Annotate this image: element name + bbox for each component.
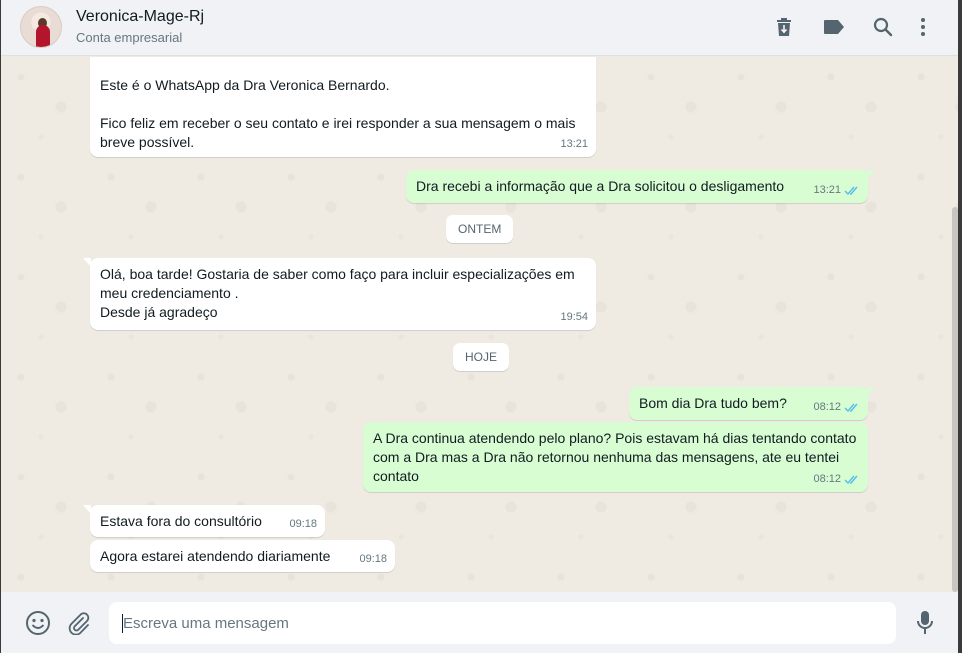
delete-icon[interactable] (771, 14, 797, 40)
message-input[interactable] (109, 602, 896, 644)
menu-icon[interactable] (910, 14, 936, 40)
message-time: 08:12 (813, 401, 841, 413)
message-time: 08:12 (813, 473, 841, 485)
avatar[interactable] (20, 6, 62, 48)
message-outgoing[interactable]: Bom dia Dra tudo bem? 08:12 (629, 387, 875, 420)
read-tick-icon (844, 186, 858, 196)
text-caret (122, 614, 123, 633)
message-list[interactable]: Este é o WhatsApp da Dra Veronica Bernar… (1, 57, 958, 592)
composer-bar (1, 592, 958, 653)
search-icon[interactable] (870, 14, 896, 40)
chat-header: Veronica-Mage-Rj Conta empresarial (1, 0, 958, 56)
message-incoming[interactable]: Estava fora do consultório 09:18 (83, 505, 325, 537)
emoji-icon[interactable] (25, 610, 51, 636)
message-incoming[interactable]: Agora estarei atendendo diariamente 09:1… (90, 540, 395, 572)
whatsapp-window: Veronica-Mage-Rj Conta empresarial Este … (0, 0, 962, 653)
message-time: 13:21 (560, 138, 588, 150)
message-outgoing[interactable]: Dra recebi a informação que a Dra solici… (406, 170, 875, 203)
microphone-icon[interactable] (912, 610, 938, 636)
attach-icon[interactable] (66, 610, 92, 636)
contact-name[interactable]: Veronica-Mage-Rj (76, 8, 204, 26)
message-incoming[interactable]: Este é o WhatsApp da Dra Veronica Bernar… (90, 57, 596, 157)
label-icon[interactable] (821, 14, 847, 40)
message-incoming[interactable]: Olá, boa tarde! Gostaria de saber como f… (83, 258, 596, 330)
date-chip-today: HOJE (453, 343, 510, 371)
message-time: 09:18 (289, 518, 317, 530)
chat-scrollbar[interactable] (952, 207, 958, 592)
contact-subtitle: Conta empresarial (76, 30, 183, 45)
message-time: 13:21 (813, 184, 841, 196)
read-tick-icon (844, 475, 858, 485)
message-outgoing[interactable]: A Dra continua atendendo pelo plano? Poi… (363, 422, 868, 492)
message-time: 19:54 (560, 311, 588, 323)
message-time: 09:18 (359, 553, 387, 565)
read-tick-icon (844, 403, 858, 413)
date-chip-yesterday: ONTEM (446, 215, 514, 243)
